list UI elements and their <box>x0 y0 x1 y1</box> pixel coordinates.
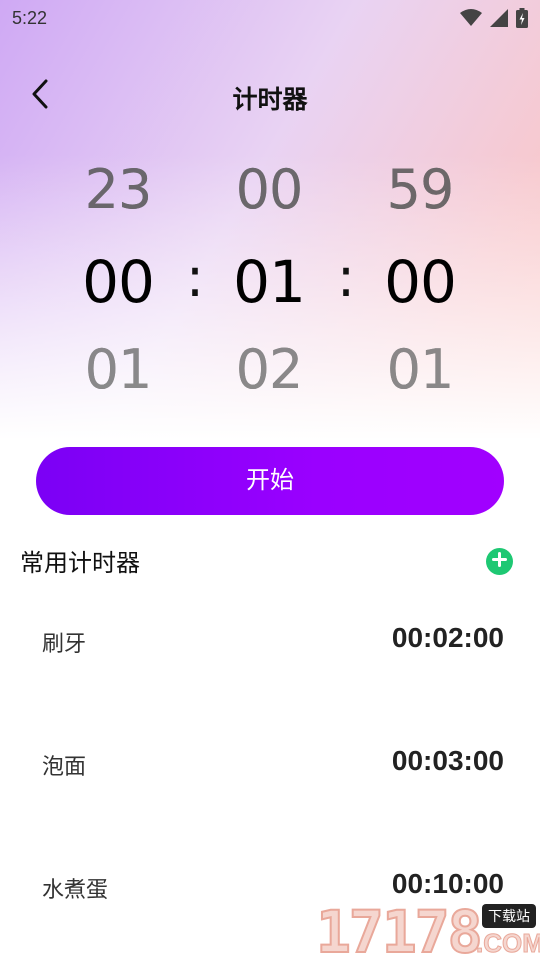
hours-wheel[interactable]: 23 00 01 <box>58 148 178 408</box>
timer-duration: 00:03:00 <box>391 745 504 776</box>
page-title: 计时器 <box>232 86 308 114</box>
minutes-next-value[interactable]: 02 <box>209 338 329 401</box>
plus-icon <box>492 551 507 572</box>
cellular-signal-icon <box>490 9 508 32</box>
add-timer-button[interactable] <box>486 548 513 575</box>
watermark-suffix: .COM <box>476 928 540 959</box>
hours-selected-value[interactable]: 00 <box>58 248 178 316</box>
battery-charging-icon <box>516 8 528 33</box>
seconds-next-value[interactable]: 01 <box>360 338 480 401</box>
time-picker: 23 00 01 : 00 01 02 : 59 00 01 <box>0 148 540 408</box>
status-time: 5:22 <box>12 8 48 28</box>
minutes-wheel[interactable]: 00 01 02 <box>209 148 329 408</box>
hours-next-value[interactable]: 01 <box>58 338 178 401</box>
timer-list-item[interactable]: 刷牙 00:02:00 <box>0 616 540 676</box>
minutes-selected-value[interactable]: 01 <box>209 248 329 316</box>
common-timers-title: 常用计时器 <box>20 550 140 577</box>
watermark-badge: 下载站 <box>482 904 536 928</box>
status-icons <box>460 8 528 33</box>
timer-name: 水煮蛋 <box>42 877 109 902</box>
start-button[interactable]: 开始 <box>36 447 504 515</box>
timer-name: 刷牙 <box>42 631 87 656</box>
timer-name: 泡面 <box>42 754 87 779</box>
hours-prev-value[interactable]: 23 <box>58 158 178 221</box>
time-separator: : <box>336 246 356 309</box>
seconds-prev-value[interactable]: 59 <box>360 158 480 221</box>
timer-duration: 00:02:00 <box>391 622 504 653</box>
seconds-wheel[interactable]: 59 00 01 <box>360 148 480 408</box>
timer-duration: 00:10:00 <box>391 868 504 899</box>
timer-list-item[interactable]: 泡面 00:03:00 <box>0 739 540 799</box>
seconds-selected-value[interactable]: 00 <box>360 248 480 316</box>
status-bar: 5:22 <box>0 0 540 36</box>
watermark-number: 17178 <box>315 897 484 960</box>
minutes-prev-value[interactable]: 00 <box>209 158 329 221</box>
app-header: 计时器 <box>0 66 540 126</box>
wifi-icon <box>460 9 482 32</box>
site-watermark: 17178 下载站 .COM <box>315 897 540 960</box>
time-separator: : <box>185 246 205 309</box>
